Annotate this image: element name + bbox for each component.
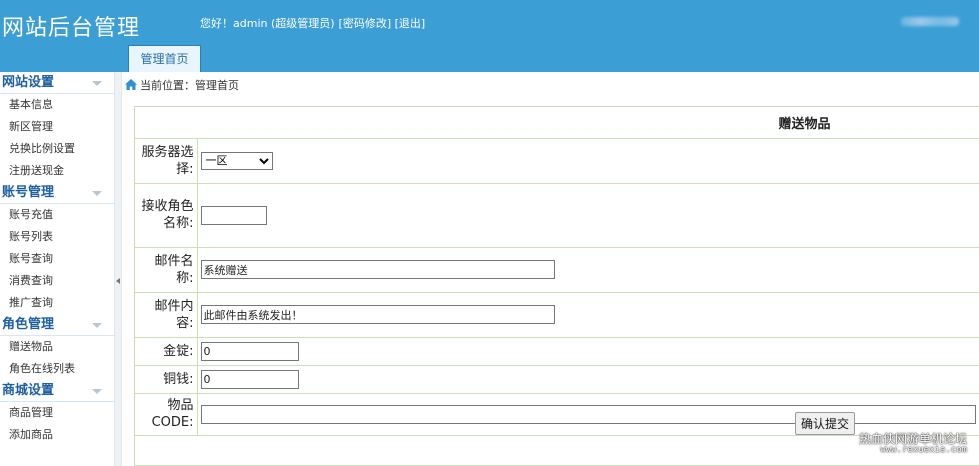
sidebar-item-goods-manage[interactable]: 商品管理	[0, 402, 114, 424]
sidebar-item-account-recharge[interactable]: 账号充值	[0, 204, 114, 226]
tab-admin-home[interactable]: 管理首页	[128, 45, 201, 72]
mail-name-label: 邮件名称:	[135, 247, 198, 293]
collapse-arrow-icon	[92, 191, 102, 196]
collapse-left-icon	[116, 278, 120, 284]
sidebar-item-account-query[interactable]: 账号查询	[0, 248, 114, 270]
sidebar-toggle-splitter[interactable]	[114, 72, 122, 466]
top-header: 网站后台管理 您好！admin (超级管理员) [密码修改] [退出] 管理首页	[0, 0, 979, 72]
role-name-input[interactable]	[200, 205, 267, 225]
collapse-arrow-icon	[92, 323, 102, 328]
form-row-mail-content: 邮件内容:	[135, 292, 979, 338]
form-title: 赠送物品	[135, 107, 979, 139]
gold-input[interactable]	[200, 341, 299, 361]
collapse-arrow-icon	[92, 81, 102, 86]
main-content: 当前位置：管理首页 赠送物品 服务器选择: 一区 接收角色名称: 邮件名称: 系…	[122, 72, 979, 466]
home-icon	[125, 79, 137, 90]
form-row-gold: 金锭:	[135, 337, 979, 366]
sidebar-item-exchange-ratio[interactable]: 兑换比例设置	[0, 138, 114, 160]
sidebar: 网站设置 基本信息 新区管理 兑换比例设置 注册送现金 账号管理 账号充值 账号…	[0, 72, 114, 466]
sidebar-group-title: 商城设置	[2, 383, 55, 398]
submit-button[interactable]: 确认提交	[795, 412, 856, 435]
sidebar-item-new-zone[interactable]: 新区管理	[0, 116, 114, 138]
form-title-row: 赠送物品	[135, 107, 979, 139]
sidebar-item-add-goods[interactable]: 添加商品	[0, 424, 114, 446]
sidebar-group-title: 网站设置	[2, 75, 55, 90]
form-row-role-name: 接收角色名称:	[135, 183, 979, 248]
form-row-server: 服务器选择: 一区	[135, 138, 979, 184]
breadcrumb: 当前位置：管理首页	[122, 72, 979, 100]
sidebar-item-gift-items[interactable]: 赠送物品	[0, 336, 114, 358]
sidebar-group-site-settings[interactable]: 网站设置	[0, 72, 114, 94]
sidebar-group-title: 账号管理	[2, 185, 55, 200]
copper-label: 铜钱:	[135, 365, 198, 394]
user-greeting: 您好！admin (超级管理员) [密码修改] [退出]	[200, 15, 425, 31]
site-watermark: 热血侠网游单机论坛 www.rexuexia.com	[858, 432, 967, 456]
role-name-label: 接收角色名称:	[135, 183, 198, 248]
watermark-line1: 热血侠网游单机论坛	[858, 432, 967, 446]
item-code-input[interactable]	[200, 404, 976, 424]
sidebar-group-role[interactable]: 角色管理	[0, 314, 114, 336]
form-row-mail-name: 邮件名称:	[135, 247, 979, 293]
watermark-line2: www.rexuexia.com	[880, 445, 967, 455]
logout-link[interactable]: [退出]	[395, 17, 426, 30]
sidebar-group-shop[interactable]: 商城设置	[0, 380, 114, 402]
gold-label: 金锭:	[135, 337, 198, 366]
form-row-submit	[135, 435, 979, 466]
collapse-arrow-icon	[92, 389, 102, 394]
sidebar-group-account[interactable]: 账号管理	[0, 182, 114, 204]
site-title: 网站后台管理	[2, 16, 141, 41]
sidebar-item-basic-info[interactable]: 基本信息	[0, 94, 114, 116]
change-password-link[interactable]: [密码修改]	[339, 17, 392, 30]
form-row-copper: 铜钱:	[135, 365, 979, 394]
mail-name-input[interactable]	[200, 260, 555, 279]
greeting-text: 您好！admin (超级管理员)	[200, 17, 335, 30]
blurred-user-info	[901, 17, 959, 26]
breadcrumb-text: 当前位置：管理首页	[140, 79, 239, 92]
sidebar-item-account-list[interactable]: 账号列表	[0, 226, 114, 248]
mail-content-input[interactable]	[200, 305, 555, 324]
sidebar-item-promo-query[interactable]: 推广查询	[0, 292, 114, 314]
sidebar-group-title: 角色管理	[2, 317, 55, 332]
sidebar-item-online-roles[interactable]: 角色在线列表	[0, 358, 114, 380]
sidebar-item-register-cash[interactable]: 注册送现金	[0, 160, 114, 182]
mail-content-label: 邮件内容:	[135, 292, 198, 338]
server-label: 服务器选择:	[135, 138, 198, 184]
copper-input[interactable]	[200, 369, 299, 389]
sidebar-item-consume-query[interactable]: 消费查询	[0, 270, 114, 292]
server-select[interactable]: 一区	[200, 151, 273, 170]
item-code-label: 物品CODE:	[135, 393, 198, 436]
